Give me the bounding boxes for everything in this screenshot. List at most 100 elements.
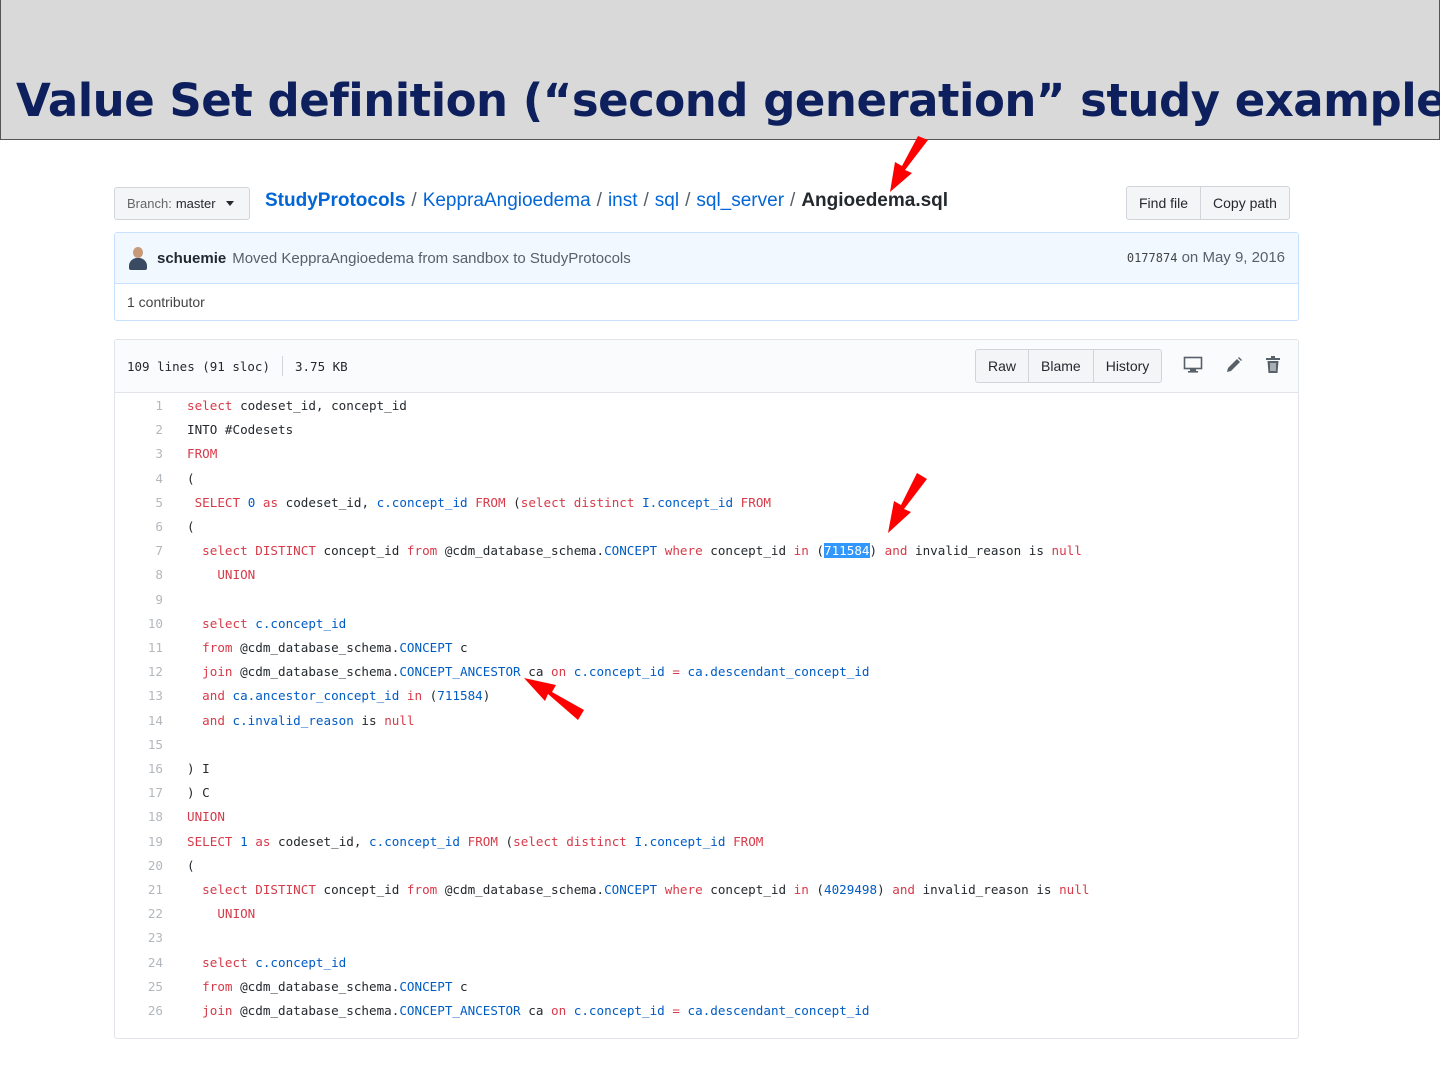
- line-number[interactable]: 21: [115, 878, 163, 902]
- code-text: from @cdm_database_schema.CONCEPT c: [202, 978, 468, 994]
- commit-sha-link[interactable]: 0177874: [1127, 251, 1178, 265]
- line-number[interactable]: 13: [115, 684, 163, 708]
- desktop-icon[interactable]: [1183, 356, 1203, 374]
- line-number[interactable]: 23: [115, 926, 163, 950]
- line-number[interactable]: 16: [115, 757, 163, 781]
- code-text: SELECT 0 as codeset_id, c.concept_id FRO…: [194, 494, 771, 510]
- file-size: 3.75 KB: [295, 359, 348, 374]
- line-number[interactable]: 26: [115, 999, 163, 1023]
- code-text: (: [187, 470, 195, 486]
- line-number[interactable]: 19: [115, 830, 163, 854]
- contributors-count: 1 contributor: [127, 294, 205, 310]
- line-number[interactable]: 12: [115, 660, 163, 684]
- code-line: 5 SELECT 0 as codeset_id, c.concept_id F…: [115, 491, 1298, 515]
- copy-path-button[interactable]: Copy path: [1200, 187, 1289, 219]
- code-text: UNION: [217, 567, 256, 583]
- breadcrumb-separator: /: [685, 190, 691, 211]
- line-number[interactable]: 24: [115, 951, 163, 975]
- breadcrumb: StudyProtocols / KeppraAngioedema / inst / sql…: [265, 190, 948, 212]
- code-line: 16 ) I: [115, 757, 1298, 781]
- line-number[interactable]: 10: [115, 612, 163, 636]
- code-line: 1 select codeset_id, concept_id: [115, 394, 1298, 418]
- line-number[interactable]: 22: [115, 902, 163, 926]
- code-line: 8 UNION: [115, 563, 1298, 587]
- code-line: 18 UNION: [115, 805, 1298, 829]
- find-file-button[interactable]: Find file: [1127, 187, 1200, 219]
- commit-author-link[interactable]: schuemie: [157, 250, 226, 267]
- code-text: (: [187, 519, 195, 534]
- contributors-bar[interactable]: 1 contributor: [115, 284, 1298, 320]
- line-number[interactable]: 11: [115, 636, 163, 660]
- code-line: 22 UNION: [115, 902, 1298, 926]
- code-line: 7 select DISTINCT concept_id from @cdm_d…: [115, 539, 1298, 563]
- code-line: 3 FROM: [115, 442, 1298, 466]
- breadcrumb-root-link[interactable]: StudyProtocols: [265, 190, 405, 211]
- code-line: 2 INTO #Codesets: [115, 418, 1298, 442]
- line-number[interactable]: 3: [115, 442, 163, 466]
- file-info: 109 lines (91 sloc) 3.75 KB: [127, 356, 348, 376]
- pencil-icon[interactable]: [1225, 356, 1243, 374]
- latest-commit-bar: schuemie Moved KeppraAngioedema from san…: [115, 233, 1298, 284]
- code-line: 15: [115, 733, 1298, 757]
- code-text: UNION: [217, 906, 256, 922]
- line-number[interactable]: 15: [115, 733, 163, 757]
- code-line: 25 from @cdm_database_schema.CONCEPT c: [115, 975, 1298, 999]
- code-text: ) C: [187, 785, 210, 801]
- line-number[interactable]: 9: [115, 588, 163, 612]
- breadcrumb-link-sql-server[interactable]: sql_server: [696, 190, 784, 211]
- file-info-divider: [282, 356, 283, 376]
- breadcrumb-separator: /: [643, 190, 649, 211]
- code-line: 10 select c.concept_id: [115, 612, 1298, 636]
- breadcrumb-link-keppraangioedema[interactable]: KeppraAngioedema: [423, 190, 591, 211]
- blame-button[interactable]: Blame: [1028, 350, 1093, 382]
- code-text: ) I: [187, 761, 210, 776]
- branch-select-button[interactable]: Branch: master: [114, 187, 250, 220]
- line-number[interactable]: 7: [115, 539, 163, 563]
- breadcrumb-link-inst[interactable]: inst: [608, 190, 638, 211]
- red-arrow-icon: [524, 678, 584, 720]
- slide-title-banner: Value Set definition (“second generation…: [0, 0, 1440, 140]
- code-line: 20 (: [115, 854, 1298, 878]
- code-text: select c.concept_id: [202, 615, 347, 631]
- red-arrow-icon: [888, 473, 927, 533]
- caret-down-icon: [225, 201, 234, 206]
- line-number[interactable]: 14: [115, 709, 163, 733]
- breadcrumb-link-sql[interactable]: sql: [655, 190, 679, 211]
- line-number[interactable]: 25: [115, 975, 163, 999]
- code-text: select codeset_id, concept_id: [187, 398, 407, 413]
- code-text: join @cdm_database_schema.CONCEPT_ANCEST…: [202, 1003, 870, 1018]
- code-line: 12 join @cdm_database_schema.CONCEPT_ANC…: [115, 660, 1298, 684]
- code-text: FROM: [187, 446, 218, 462]
- commit-message-link[interactable]: Moved KeppraAngioedema from sandbox to S…: [232, 250, 631, 267]
- slide-title: Value Set definition (“second generation…: [16, 74, 1440, 127]
- red-arrow-icon: [890, 136, 928, 192]
- line-number[interactable]: 8: [115, 563, 163, 587]
- commit-meta: 0177874 on May 9, 2016: [1127, 249, 1285, 266]
- line-number[interactable]: 1: [115, 394, 163, 418]
- commit-date: on May 9, 2016: [1181, 249, 1285, 266]
- code-text: and c.invalid_reason is null: [202, 712, 415, 728]
- code-line: 23: [115, 926, 1298, 950]
- code-text: select DISTINCT concept_id from @cdm_dat…: [202, 882, 1090, 897]
- code-line: 24 select c.concept_id: [115, 951, 1298, 975]
- code-text: and ca.ancestor_concept_id in (711584): [202, 688, 491, 704]
- file-viewer: 109 lines (91 sloc) 3.75 KB Raw Blame Hi…: [114, 339, 1299, 1039]
- line-number[interactable]: 4: [115, 467, 163, 491]
- file-header: 109 lines (91 sloc) 3.75 KB Raw Blame Hi…: [115, 340, 1298, 393]
- branch-label: Branch:: [127, 196, 172, 211]
- line-number[interactable]: 5: [115, 491, 163, 515]
- file-lines-info: 109 lines (91 sloc): [127, 359, 270, 374]
- code-text: UNION: [187, 809, 225, 825]
- line-number[interactable]: 2: [115, 418, 163, 442]
- history-button[interactable]: History: [1092, 350, 1162, 382]
- code-line: 21 select DISTINCT concept_id from @cdm_…: [115, 878, 1298, 902]
- line-number[interactable]: 17: [115, 781, 163, 805]
- code-line: 4(: [115, 467, 1298, 491]
- line-number[interactable]: 6: [115, 515, 163, 539]
- trash-icon[interactable]: [1265, 356, 1281, 374]
- raw-button[interactable]: Raw: [976, 350, 1028, 382]
- avatar[interactable]: [127, 246, 149, 270]
- line-number[interactable]: 18: [115, 805, 163, 829]
- file-view-buttons: Raw Blame History: [975, 349, 1163, 383]
- line-number[interactable]: 20: [115, 854, 163, 878]
